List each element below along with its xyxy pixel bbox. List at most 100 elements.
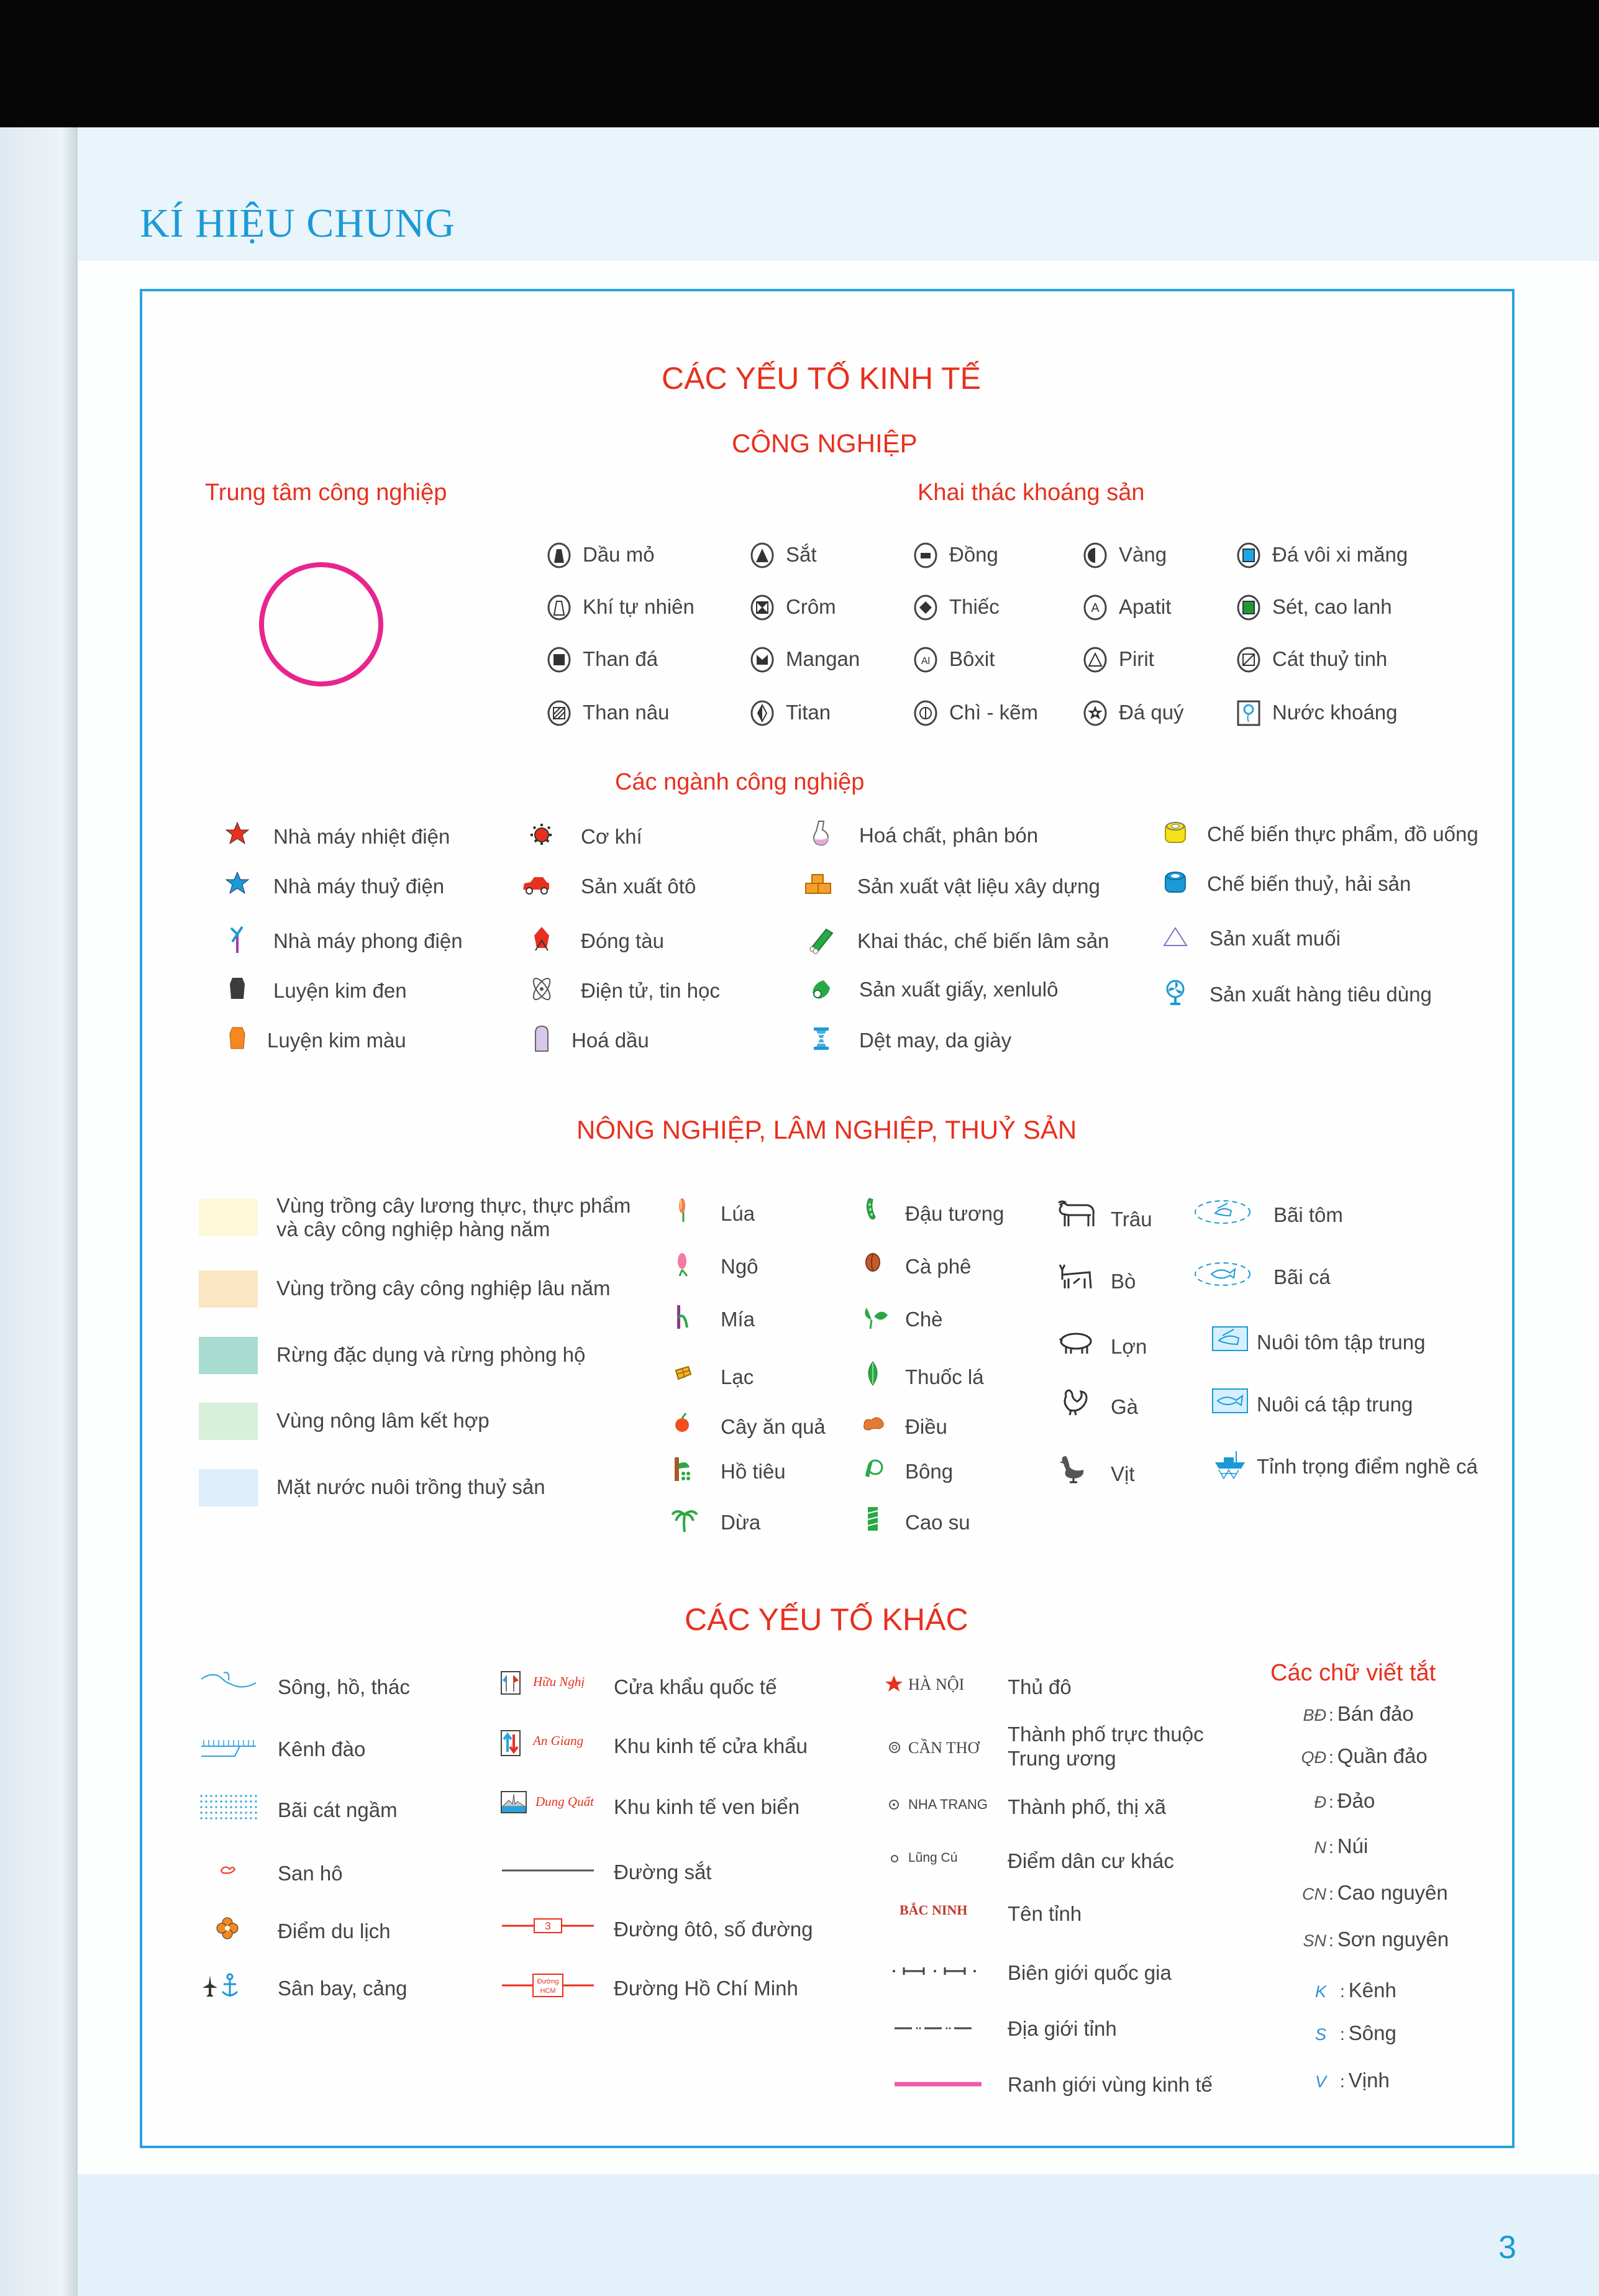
electronics-icon [528,975,557,1007]
border-gate-sample: Hữu Nghị [533,1674,585,1689]
abbreviation-key: CN [1302,1885,1326,1903]
abbreviation-key: S [1314,2025,1326,2044]
zone-swatch [199,1199,258,1236]
tobacco-leaf-icon [860,1359,889,1391]
minerals-heading: Khai thác khoáng sản [918,480,1145,506]
other-label: San hô [278,1862,343,1885]
livestock-label: Trâu [1111,1208,1152,1231]
sectors-heading: Các ngành công nghiệp [615,769,865,795]
sector-label: Luyện kim đen [273,979,407,1002]
sector-label: Sản xuất hàng tiêu dùng [1210,983,1432,1006]
soybean-icon [860,1196,889,1228]
other-label: Sông, hồ, thác [278,1675,410,1698]
abbreviation-value: Quần đảo [1337,1744,1428,1767]
crop-label: Đậu tương [905,1202,1004,1225]
coconut-palm-icon [671,1506,699,1538]
svg-text:A: A [1091,601,1100,615]
timber-icon [808,926,836,957]
pyrite-icon [1083,646,1108,676]
petrochemical-icon [528,1025,557,1057]
crop-label: Thuốc lá [905,1365,984,1388]
abbreviation-row: BĐ: Bán đảo [1283,1702,1413,1726]
fishery-label: Bãi tôm [1273,1203,1343,1226]
abbreviation-value: Kênh [1348,1979,1396,2002]
sector-label: Điện tử, tin học [581,979,720,1002]
abbreviation-key: SN [1303,1931,1326,1950]
other-label: Đường sắt [614,1861,712,1884]
abbreviation-row: CN: Cao nguyên [1283,1881,1448,1905]
settlement-sample: Lũng Cú [908,1851,958,1865]
abbreviation-row: S: Sông [1283,2021,1396,2045]
mineral-label: Pirit [1119,647,1154,670]
coral-icon [199,1856,258,1890]
other-label: Tên tỉnh [1008,1902,1082,1925]
zone-swatch [199,1469,258,1506]
mineral-label: Chì - kẽm [949,701,1039,724]
abbreviation-value: Đảo [1337,1789,1375,1812]
zone-swatch [199,1270,258,1308]
cashew-icon [860,1409,889,1441]
crop-label: Hồ tiêu [721,1460,786,1483]
mineral-label: Cát thuỷ tinh [1272,647,1388,670]
airport-port-icon [199,1970,258,2005]
agriculture-heading: NÔNG NGHIỆP, LÂM NGHIỆP, THUỶ SẢN [576,1115,1077,1144]
natural-gas-icon [547,594,572,624]
fish-ground-icon [1193,1259,1255,1293]
pepper-icon [671,1455,699,1487]
other-label: Điểm du lịch [278,1920,391,1943]
sector-label: Nhà máy thuỷ điện [273,875,445,898]
abbreviation-key: N [1314,1838,1327,1857]
city-icon [888,1799,900,1813]
abbreviation-separator: : [1340,2072,1345,2091]
abbreviation-separator: : [1340,1982,1345,2001]
other-label: Biên giới quốc gia [1008,1961,1172,1984]
river-icon [199,1669,258,1703]
pig-icon [1056,1326,1097,1360]
mineral-label: Mangan [786,647,860,670]
abbreviation-row: V: Vịnh [1283,2069,1390,2092]
capital-sample: HÀ NỘI [908,1675,965,1693]
sector-label: Nhà máy nhiệt điện [273,825,450,848]
settlement-icon [890,1854,899,1866]
zone-swatch [199,1403,258,1440]
mineral-label: Than đá [583,647,658,670]
other-label: Thành phố, thị xã [1008,1795,1167,1818]
chemical-flask-icon [808,820,836,852]
salt-triangle-icon [1162,923,1190,955]
food-can-icon [1162,819,1190,850]
sector-label: Sản xuất ôtô [581,875,696,898]
fishery-label: Nuôi cá tập trung [1257,1393,1413,1416]
other-label: Địa giới tỉnh [1008,2017,1117,2040]
limestone-icon [1236,542,1261,572]
oil-icon [547,542,572,572]
abbreviation-separator: : [1329,1884,1334,1903]
zone-label-line2: và cây công nghiệp hàng năm [276,1218,550,1241]
abbreviation-value: Sơn nguyên [1337,1928,1449,1951]
crop-label: Chè [905,1308,943,1331]
fishery-label: Nuôi tôm tập trung [1257,1331,1426,1354]
sugarcane-icon [671,1303,699,1334]
mineral-label: Đá quý [1119,701,1184,724]
industrial-center-circle-icon [259,562,383,686]
livestock-label: Bò [1111,1270,1136,1293]
livestock-label: Vịt [1111,1462,1135,1485]
sandbank-icon [199,1792,258,1826]
crop-label: Ngô [721,1255,758,1278]
other-label: Đường ôtô, số đường [614,1918,813,1941]
tea-leaf-icon [860,1301,889,1333]
sector-label: Khai thác, chế biến lâm sản [857,929,1109,952]
mineral-label: Nước khoáng [1272,701,1398,724]
abbreviation-key: K [1314,1982,1326,2001]
clay-kaolin-icon [1236,594,1261,624]
border-gate-icon [500,1670,525,1698]
railway-line-icon [502,1866,594,1877]
abbreviation-value: Núi [1337,1834,1369,1857]
abbreviation-value: Vịnh [1348,2069,1390,2092]
abbreviation-value: Sông [1348,2021,1396,2044]
abbreviation-separator: : [1329,1705,1334,1724]
sector-label: Sản xuất vật liệu xây dựng [857,875,1100,898]
bricks-icon [804,871,833,903]
tin-icon [913,594,938,624]
mineral-label: Thiếc [949,595,1000,618]
fan-icon [1162,979,1190,1011]
